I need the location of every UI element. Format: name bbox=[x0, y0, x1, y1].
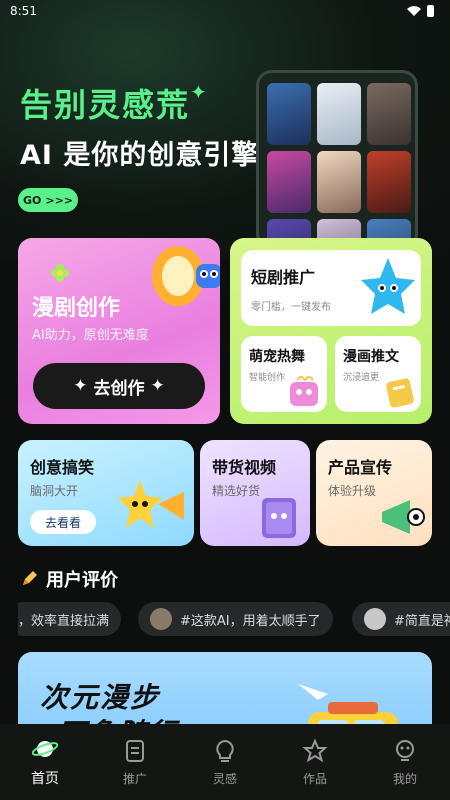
comic-post-card[interactable]: 漫画推文 沉浸追更 bbox=[335, 336, 421, 412]
status-icons bbox=[407, 5, 434, 17]
flower-icon bbox=[51, 264, 69, 282]
sales-video-subtitle: 精选好货 bbox=[212, 484, 261, 498]
star-icon bbox=[302, 737, 328, 762]
review-chip-text: ，效率直接拉满 bbox=[18, 613, 110, 629]
promo-feature-card: 短剧推广 零门槛，一键发布 萌宠热舞 智能创作 漫画推文 沉浸追更 bbox=[230, 238, 432, 424]
go-create-button[interactable]: ✦ 去创作 ✦ bbox=[33, 363, 205, 409]
review-chip-text: #简直是神 bbox=[394, 613, 450, 629]
profile-icon bbox=[396, 739, 414, 761]
sales-video-title: 带货视频 bbox=[212, 458, 277, 477]
pencil-icon bbox=[23, 571, 37, 585]
product-promo-title: 产品宣传 bbox=[328, 458, 393, 477]
sparkle-icon: ✦ bbox=[73, 376, 88, 396]
status-bar: 8:51 bbox=[0, 0, 450, 22]
reviews-title: 用户评价 bbox=[46, 570, 118, 591]
anime-thumbnail bbox=[367, 151, 411, 213]
nav-label: 灵感 bbox=[212, 771, 237, 786]
short-drama-title: 短剧推广 bbox=[251, 268, 316, 287]
comic-post-title: 漫画推文 bbox=[343, 349, 399, 365]
book-mascot-icon bbox=[262, 498, 296, 538]
nav-label: 我的 bbox=[392, 771, 417, 786]
review-chip-text: #这款AI，用着太顺手了 bbox=[180, 613, 321, 629]
go-button[interactable]: GO >>> bbox=[18, 188, 78, 212]
creative-funny-title: 创意搞笑 bbox=[30, 458, 95, 477]
review-chip[interactable]: #这款AI，用着太顺手了 bbox=[138, 602, 333, 636]
go-arrows: >>> bbox=[45, 193, 74, 207]
short-drama-subtitle: 零门槛，一键发布 bbox=[251, 302, 331, 313]
pet-dance-title: 萌宠热舞 bbox=[249, 349, 305, 365]
nav-item-home[interactable]: 首页 bbox=[0, 724, 90, 800]
showcase-phone bbox=[256, 70, 418, 250]
lightbulb-icon bbox=[216, 739, 234, 762]
go-look-button[interactable]: 去看看 bbox=[30, 510, 96, 534]
review-chips: ，效率直接拉满 #这款AI，用着太顺手了 #简直是神 bbox=[18, 602, 450, 636]
nav-item-works[interactable]: 作品 bbox=[270, 724, 360, 800]
comic-drama-create-card[interactable]: 漫剧创作 AI助力，原创无难度 ✦ 去创作 ✦ bbox=[18, 238, 220, 424]
creative-funny-card[interactable]: 创意搞笑 脑洞大开 去看看 bbox=[18, 440, 194, 546]
review-chip[interactable]: #简直是神 bbox=[352, 602, 450, 636]
anime-thumbnail bbox=[317, 83, 361, 145]
hero-subtitle: AI 是你的创意引擎 bbox=[20, 140, 260, 171]
anime-thumbnail bbox=[267, 83, 311, 145]
product-promo-subtitle: 体验升级 bbox=[328, 484, 377, 498]
hero-title: 告别灵感荒 bbox=[20, 86, 191, 124]
nav-item-promote[interactable]: 推广 bbox=[90, 724, 180, 800]
battery-icon bbox=[427, 5, 434, 17]
go-label: GO bbox=[22, 193, 42, 207]
anime-thumbnail bbox=[267, 151, 311, 213]
go-create-label: 去创作 bbox=[93, 378, 145, 399]
review-chip[interactable]: ，效率直接拉满 bbox=[18, 602, 122, 636]
document-icon bbox=[126, 739, 144, 762]
star-trumpet-mascot-icon bbox=[118, 480, 184, 528]
nav-label: 作品 bbox=[302, 771, 327, 786]
nav-label: 推广 bbox=[122, 771, 147, 786]
nav-label: 首页 bbox=[31, 771, 59, 787]
reviews-heading: 用户评价 bbox=[20, 566, 118, 592]
nav-item-mine[interactable]: 我的 bbox=[360, 724, 450, 800]
sales-video-card[interactable]: 带货视频 精选好货 bbox=[200, 440, 310, 546]
product-promo-card[interactable]: 产品宣传 体验升级 bbox=[316, 440, 432, 546]
sparkle-icon: ✦ bbox=[190, 80, 207, 104]
planet-icon bbox=[32, 741, 58, 757]
nav-item-inspiration[interactable]: 灵感 bbox=[180, 724, 270, 800]
anime-thumbnail bbox=[317, 151, 361, 213]
clipboard-mascot-icon bbox=[386, 378, 414, 408]
create-card-title: 漫剧创作 bbox=[32, 296, 121, 321]
status-time: 8:51 bbox=[10, 4, 37, 18]
create-card-subtitle: AI助力，原创无难度 bbox=[32, 328, 149, 343]
pet-dance-card[interactable]: 萌宠热舞 智能创作 bbox=[241, 336, 327, 412]
avatar bbox=[150, 608, 172, 630]
creative-funny-subtitle: 脑洞大开 bbox=[30, 484, 79, 498]
comic-post-subtitle: 沉浸追更 bbox=[343, 373, 380, 383]
pet-dance-subtitle: 智能创作 bbox=[249, 373, 286, 383]
short-drama-promo-card[interactable]: 短剧推广 零门槛，一键发布 bbox=[241, 250, 421, 326]
wifi-icon bbox=[407, 6, 421, 16]
thumbnail-grid bbox=[267, 83, 411, 247]
banner-title-line1: 次元漫步 bbox=[40, 681, 161, 714]
bottom-nav: 首页 推广 灵感 作品 我的 bbox=[0, 724, 450, 800]
star-mascot-icon bbox=[361, 258, 415, 314]
avatar bbox=[364, 608, 386, 630]
pet-mascot-icon bbox=[290, 376, 318, 406]
sparkle-icon: ✦ bbox=[150, 376, 165, 396]
megaphone-mascot-icon bbox=[382, 500, 425, 534]
anime-thumbnail bbox=[367, 83, 411, 145]
megaphone-icon bbox=[152, 246, 220, 306]
